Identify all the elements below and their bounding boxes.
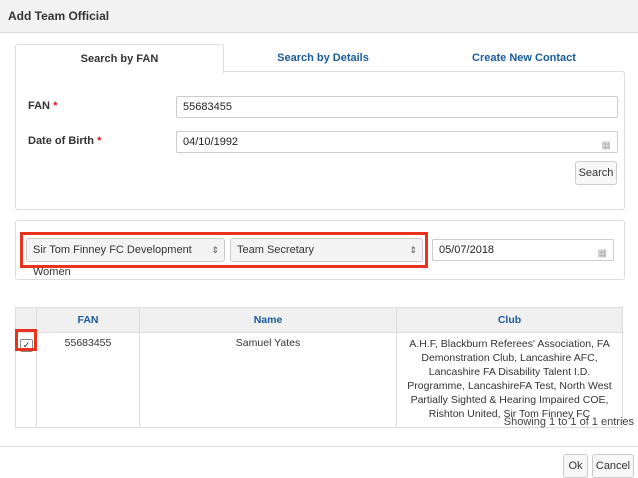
row-fan: 55683455 bbox=[36, 332, 140, 428]
row-name: Samuel Yates bbox=[139, 332, 397, 428]
tab-bar: Search by FAN Search by Details Create N… bbox=[15, 44, 625, 73]
cancel-button[interactable]: Cancel bbox=[592, 454, 634, 478]
ok-button[interactable]: Ok bbox=[563, 454, 588, 478]
dob-label-text: Date of Birth bbox=[28, 135, 94, 147]
highlight-box bbox=[20, 232, 428, 268]
fan-input[interactable]: 55683455 bbox=[176, 96, 618, 118]
table-header-row: FAN Name Club bbox=[15, 307, 623, 333]
row-club: A.H.F, Blackburn Referees' Association, … bbox=[396, 332, 623, 428]
table-info: Showing 1 to 1 of 1 entries bbox=[503, 416, 634, 428]
required-marker: * bbox=[97, 135, 102, 147]
column-header-club[interactable]: Club bbox=[396, 307, 623, 333]
table-row[interactable]: ✓ 55683455 Samuel Yates A.H.F, Blackburn… bbox=[15, 332, 623, 428]
calendar-icon[interactable]: ▦ bbox=[598, 244, 607, 264]
fan-label: FAN * bbox=[28, 100, 57, 112]
search-panel: FAN * 55683455 Date of Birth * 04/10/199… bbox=[15, 71, 625, 210]
fan-label-text: FAN bbox=[28, 100, 50, 112]
start-date-input[interactable]: 05/07/2018 ▦ bbox=[432, 239, 614, 261]
search-button[interactable]: Search bbox=[575, 161, 617, 185]
footer-divider bbox=[0, 446, 638, 447]
start-date-value: 05/07/2018 bbox=[439, 244, 495, 256]
tab-create-new-contact[interactable]: Create New Contact bbox=[423, 44, 625, 72]
tab-search-by-fan[interactable]: Search by FAN bbox=[15, 44, 224, 73]
dob-label: Date of Birth * bbox=[28, 135, 101, 147]
dialog-header: Add Team Official bbox=[0, 0, 638, 33]
results-table: FAN Name Club ✓ 55683455 Samuel Yates A.… bbox=[15, 307, 623, 428]
assignment-panel: Sir Tom Finney FC Development Women ⇕ Te… bbox=[15, 220, 625, 280]
dob-input[interactable]: 04/10/1992 ▦ bbox=[176, 131, 618, 153]
column-header-name[interactable]: Name bbox=[139, 307, 397, 333]
checkbox-highlight-box bbox=[15, 329, 37, 351]
required-marker: * bbox=[53, 100, 58, 112]
dialog-title: Add Team Official bbox=[8, 9, 110, 23]
tab-search-by-details[interactable]: Search by Details bbox=[223, 44, 423, 72]
dob-value: 04/10/1992 bbox=[183, 136, 239, 148]
column-header-fan[interactable]: FAN bbox=[36, 307, 140, 333]
calendar-icon[interactable]: ▦ bbox=[602, 136, 611, 156]
